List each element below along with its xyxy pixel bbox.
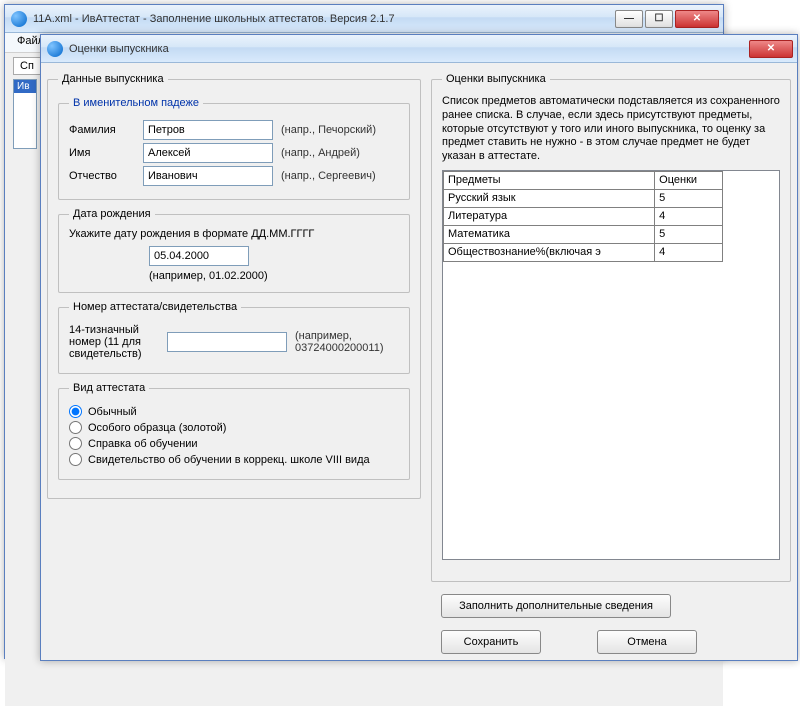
graduate-data-group: Данные выпускника В именительном падеже … (47, 73, 421, 499)
table-row[interactable]: Литература4 (444, 207, 723, 225)
grades-group: Оценки выпускника Список предметов автом… (431, 73, 791, 582)
cancel-button[interactable]: Отмена (597, 630, 697, 654)
surname-input[interactable] (143, 120, 273, 140)
cert-kind-group: Вид аттестата Обычный Особого образца (зо… (58, 382, 410, 480)
cert-kind-label: Справка об обучении (88, 438, 198, 450)
table-row[interactable]: Математика5 (444, 225, 723, 243)
col-subject: Предметы (444, 171, 655, 189)
name-label: Имя (69, 147, 135, 159)
subject-cell[interactable]: Обществознание%(включая э (444, 243, 655, 261)
dob-hint: (например, 01.02.2000) (149, 270, 399, 282)
name-hint: (напр., Андрей) (281, 147, 360, 159)
patronymic-label: Отчество (69, 170, 135, 182)
dob-group: Дата рождения Укажите дату рождения в фо… (58, 208, 410, 293)
cert-number-hint: (например, 03724000200011) (295, 330, 399, 354)
cert-kind-radio[interactable] (69, 453, 82, 466)
close-button[interactable]: ✕ (675, 10, 719, 28)
bg-list: Ив (13, 79, 37, 149)
grade-cell[interactable]: 5 (655, 189, 723, 207)
cert-number-group: Номер аттестата/свидетельства 14-тизначн… (58, 301, 410, 374)
cert-kind-radio[interactable] (69, 421, 82, 434)
grades-dialog: Оценки выпускника ✕ Данные выпускника В … (40, 34, 798, 661)
dialog-titlebar: Оценки выпускника ✕ (41, 35, 797, 63)
minimize-button[interactable]: — (615, 10, 643, 28)
cert-kind-option[interactable]: Обычный (69, 405, 399, 418)
subject-cell[interactable]: Русский язык (444, 189, 655, 207)
cert-kind-label: Свидетельство об обучении в коррекц. шко… (88, 454, 370, 466)
main-titlebar: 11А.xml - ИвАттестат - Заполнение школьн… (5, 5, 723, 33)
cert-number-input[interactable] (167, 332, 287, 352)
graduate-data-legend: Данные выпускника (58, 73, 168, 85)
cert-kind-label: Особого образца (золотой) (88, 422, 226, 434)
table-row[interactable]: Русский язык5 (444, 189, 723, 207)
name-input[interactable] (143, 143, 273, 163)
cert-kind-radio[interactable] (69, 437, 82, 450)
grades-note: Список предметов автоматически подставля… (442, 95, 780, 164)
maximize-button[interactable]: ☐ (645, 10, 673, 28)
dob-input[interactable] (149, 246, 249, 266)
grades-table-box[interactable]: Предметы Оценки Русский язык5Литература4… (442, 170, 780, 560)
grade-cell[interactable]: 4 (655, 207, 723, 225)
cert-kind-option[interactable]: Особого образца (золотой) (69, 421, 399, 434)
cert-number-legend: Номер аттестата/свидетельства (69, 301, 241, 313)
dialog-close-button[interactable]: ✕ (749, 40, 793, 58)
dob-legend: Дата рождения (69, 208, 155, 220)
grade-cell[interactable]: 5 (655, 225, 723, 243)
subject-cell[interactable]: Математика (444, 225, 655, 243)
patronymic-input[interactable] (143, 166, 273, 186)
dob-prompt: Укажите дату рождения в формате ДД.ММ.ГГ… (69, 228, 399, 240)
grades-table: Предметы Оценки Русский язык5Литература4… (443, 171, 723, 262)
subject-cell[interactable]: Литература (444, 207, 655, 225)
save-button[interactable]: Сохранить (441, 630, 541, 654)
grade-cell[interactable]: 4 (655, 243, 723, 261)
bg-list-selected: Ив (14, 80, 36, 93)
table-row[interactable]: Обществознание%(включая э4 (444, 243, 723, 261)
nominative-group: В именительном падеже Фамилия (напр., Пе… (58, 97, 410, 200)
bg-tab: Сп (13, 57, 41, 75)
dialog-title: Оценки выпускника (69, 43, 749, 55)
col-grade: Оценки (655, 171, 723, 189)
patronymic-hint: (напр., Сергеевич) (281, 170, 376, 182)
nominative-legend: В именительном падеже (69, 97, 203, 109)
app-icon (11, 11, 27, 27)
grades-legend: Оценки выпускника (442, 73, 550, 85)
fill-additional-button[interactable]: Заполнить дополнительные сведения (441, 594, 671, 618)
surname-hint: (напр., Печорский) (281, 124, 376, 136)
cert-kind-option[interactable]: Справка об обучении (69, 437, 399, 450)
surname-label: Фамилия (69, 124, 135, 136)
cert-kind-label: Обычный (88, 406, 137, 418)
cert-kind-radio[interactable] (69, 405, 82, 418)
cert-kind-legend: Вид аттестата (69, 382, 149, 394)
dialog-icon (47, 41, 63, 57)
cert-number-label: 14-тизначный номер (11 для свидетельств) (69, 324, 159, 360)
main-title: 11А.xml - ИвАттестат - Заполнение школьн… (33, 13, 615, 25)
cert-kind-option[interactable]: Свидетельство об обучении в коррекц. шко… (69, 453, 399, 466)
